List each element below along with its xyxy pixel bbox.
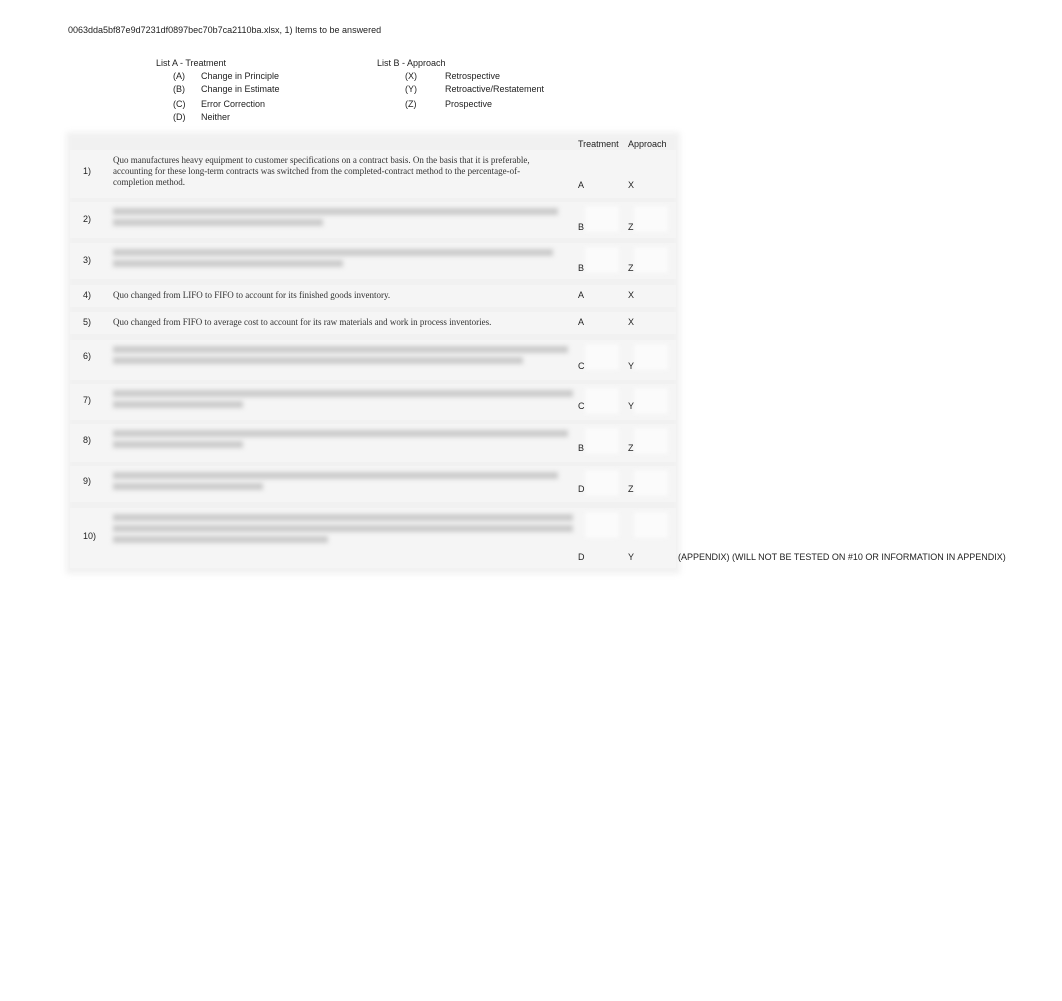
redacted-question-text xyxy=(113,208,558,215)
approach-answer[interactable]: X xyxy=(628,317,634,327)
redacted-question-text xyxy=(113,441,243,448)
question-text: Quo changed from FIFO to average cost to… xyxy=(113,317,492,327)
redacted-question-text xyxy=(113,525,573,532)
redacted-question-text xyxy=(113,219,323,226)
list-b-label: Retrospective xyxy=(445,71,501,81)
list-a-label: Neither xyxy=(201,112,231,122)
treatment-answer[interactable]: A xyxy=(578,180,584,190)
row-number: 4) xyxy=(83,290,92,300)
redacted-question-text xyxy=(113,401,243,408)
row-number: 1) xyxy=(83,166,92,176)
redacted-question-text xyxy=(113,514,573,521)
treatment-input-cell[interactable] xyxy=(585,470,619,496)
treatment-answer[interactable]: A xyxy=(578,290,584,300)
approach-answer[interactable]: Z xyxy=(628,443,634,453)
question-text: Quo changed from LIFO to FIFO to account… xyxy=(113,290,391,300)
approach-answer[interactable]: Z xyxy=(628,222,634,232)
treatment-answer[interactable]: D xyxy=(578,552,585,562)
redacted-question-text xyxy=(113,430,568,437)
redacted-question-text xyxy=(113,346,568,353)
approach-input-cell[interactable] xyxy=(634,247,668,273)
approach-input-cell[interactable] xyxy=(634,206,668,232)
treatment-answer[interactable]: C xyxy=(578,361,585,371)
document-title: 0063dda5bf87e9d7231df0897bec70b7ca2110ba… xyxy=(68,25,382,35)
list-b-label: Prospective xyxy=(445,99,493,109)
list-a-code: (B) xyxy=(173,84,185,94)
approach-answer[interactable]: X xyxy=(628,290,634,300)
redacted-question-text xyxy=(113,483,263,490)
row-number: 5) xyxy=(83,317,92,327)
treatment-answer[interactable]: B xyxy=(578,263,584,273)
approach-input-cell[interactable] xyxy=(634,344,668,370)
row-number: 8) xyxy=(83,435,92,445)
list-a-heading: List A - Treatment xyxy=(156,58,227,68)
approach-answer[interactable]: Y xyxy=(628,361,634,371)
row-number: 3) xyxy=(83,255,92,265)
treatment-answer[interactable]: B xyxy=(578,443,584,453)
approach-input-cell[interactable] xyxy=(634,428,668,454)
list-b-label: Retroactive/Restatement xyxy=(445,84,545,94)
approach-answer[interactable]: X xyxy=(628,180,634,190)
redacted-question-text xyxy=(113,390,573,397)
column-header-treatment: Treatment xyxy=(578,139,619,149)
list-b-code: (Z) xyxy=(405,99,417,109)
treatment-input-cell[interactable] xyxy=(585,206,619,232)
list-a-label: Change in Principle xyxy=(201,71,280,81)
row-number: 6) xyxy=(83,351,92,361)
approach-answer[interactable]: Y xyxy=(628,552,634,562)
treatment-input-cell[interactable] xyxy=(585,428,619,454)
appendix-note: (APPENDIX) (WILL NOT BE TESTED ON #10 OR… xyxy=(678,552,1006,562)
approach-input-cell[interactable] xyxy=(634,388,668,414)
row-number: 9) xyxy=(83,476,92,486)
approach-input-cell[interactable] xyxy=(634,470,668,496)
treatment-answer[interactable]: D xyxy=(578,484,585,494)
redacted-question-text xyxy=(113,472,558,479)
list-a-label: Change in Estimate xyxy=(201,84,280,94)
list-a-label: Error Correction xyxy=(201,99,266,109)
row-number: 10) xyxy=(83,531,97,541)
redacted-question-text xyxy=(113,357,523,364)
column-header-approach: Approach xyxy=(628,139,667,149)
list-b-code: (X) xyxy=(405,71,417,81)
treatment-answer[interactable]: A xyxy=(578,317,584,327)
list-b-heading: List B - Approach xyxy=(377,58,446,68)
treatment-input-cell[interactable] xyxy=(585,344,619,370)
treatment-answer[interactable]: B xyxy=(578,222,584,232)
redacted-question-text xyxy=(113,249,553,256)
approach-answer[interactable]: Z xyxy=(628,484,634,494)
approach-answer[interactable]: Z xyxy=(628,263,634,273)
redacted-question-text xyxy=(113,536,328,543)
row-number: 7) xyxy=(83,395,92,405)
treatment-input-cell[interactable] xyxy=(585,388,619,414)
question-text: Quo manufactures heavy equipment to cust… xyxy=(113,155,530,187)
list-a-code: (C) xyxy=(173,99,186,109)
list-a-code: (A) xyxy=(173,71,185,81)
approach-answer[interactable]: Y xyxy=(628,401,634,411)
list-a-code: (D) xyxy=(173,112,186,122)
list-b-code: (Y) xyxy=(405,84,417,94)
approach-input-cell[interactable] xyxy=(634,512,668,538)
redacted-question-text xyxy=(113,260,343,267)
row-number: 2) xyxy=(83,214,92,224)
treatment-input-cell[interactable] xyxy=(585,247,619,273)
treatment-input-cell[interactable] xyxy=(585,512,619,538)
treatment-answer[interactable]: C xyxy=(578,401,585,411)
